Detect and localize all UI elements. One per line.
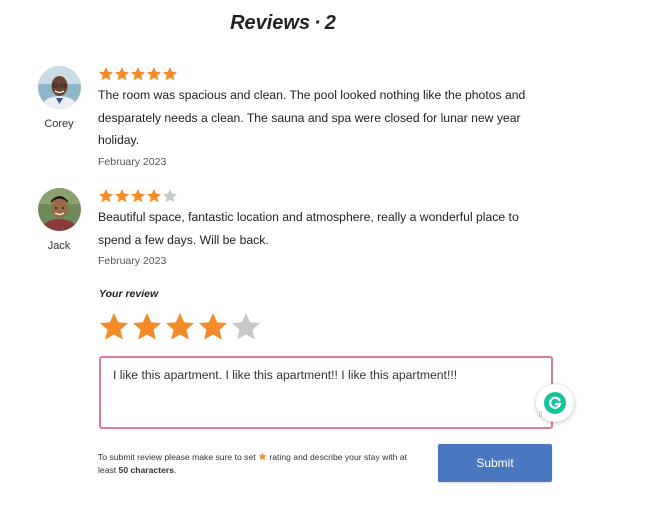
review-date: February 2023: [98, 255, 167, 267]
submit-button[interactable]: Submit: [438, 444, 552, 482]
reviews-page: Reviews · 2 Corey The room was spacious …: [0, 0, 669, 505]
star-filled-icon[interactable]: [164, 311, 196, 343]
grip-handle-icon[interactable]: ⠿: [538, 411, 543, 419]
reviewer-name: Jack: [47, 240, 71, 252]
star-filled-icon[interactable]: [131, 311, 163, 343]
reviewer: Jack: [36, 188, 82, 252]
review-body: The room was spacious and clean. The poo…: [98, 66, 528, 168]
reviews-count: 2: [324, 12, 336, 34]
star-filled-icon: [99, 189, 113, 203]
star-filled-icon: [131, 67, 145, 81]
hint-suffix: .: [173, 465, 177, 475]
review-textarea[interactable]: I like this apartment. I like this apart…: [99, 356, 553, 429]
star-filled-icon[interactable]: [197, 311, 229, 343]
review-date: February 2023: [98, 155, 167, 168]
avatar: [37, 66, 81, 109]
hint-prefix: To submit review please make sure to set: [98, 452, 256, 462]
star-filled-icon: [99, 67, 113, 81]
star-filled-icon: [115, 67, 129, 81]
star-filled-icon: [147, 189, 161, 203]
star-filled-icon: [115, 189, 129, 203]
reviewer-name: Corey: [44, 118, 74, 130]
review-comment: The room was spacious and clean. The poo…: [98, 88, 526, 147]
your-rating-input[interactable]: [98, 311, 262, 343]
review-body: Beautiful space, fantastic location and …: [98, 188, 528, 267]
star-empty-icon: [163, 189, 177, 203]
review-rating: [98, 188, 528, 204]
submit-hint: To submit review please make sure to set…: [98, 451, 418, 477]
avatar: [37, 188, 81, 231]
star-empty-icon[interactable]: [230, 311, 262, 343]
star-filled-icon[interactable]: [98, 311, 130, 343]
star-filled-icon: [163, 67, 177, 81]
grammarly-icon: [544, 392, 566, 414]
star-icon: [258, 452, 267, 461]
reviewer: Corey: [36, 66, 82, 130]
star-filled-icon: [147, 67, 161, 81]
hint-min-chars: 50 characters: [118, 465, 174, 475]
star-filled-icon: [131, 189, 145, 203]
reviews-title: Reviews · 2: [0, 12, 566, 35]
review-comment: Beautiful space, fantastic location and …: [98, 210, 519, 247]
your-review-label: Your review: [99, 288, 159, 300]
reviews-title-separator: ·: [314, 12, 321, 34]
review-rating: [98, 66, 528, 82]
reviews-title-text: Reviews: [230, 12, 311, 34]
